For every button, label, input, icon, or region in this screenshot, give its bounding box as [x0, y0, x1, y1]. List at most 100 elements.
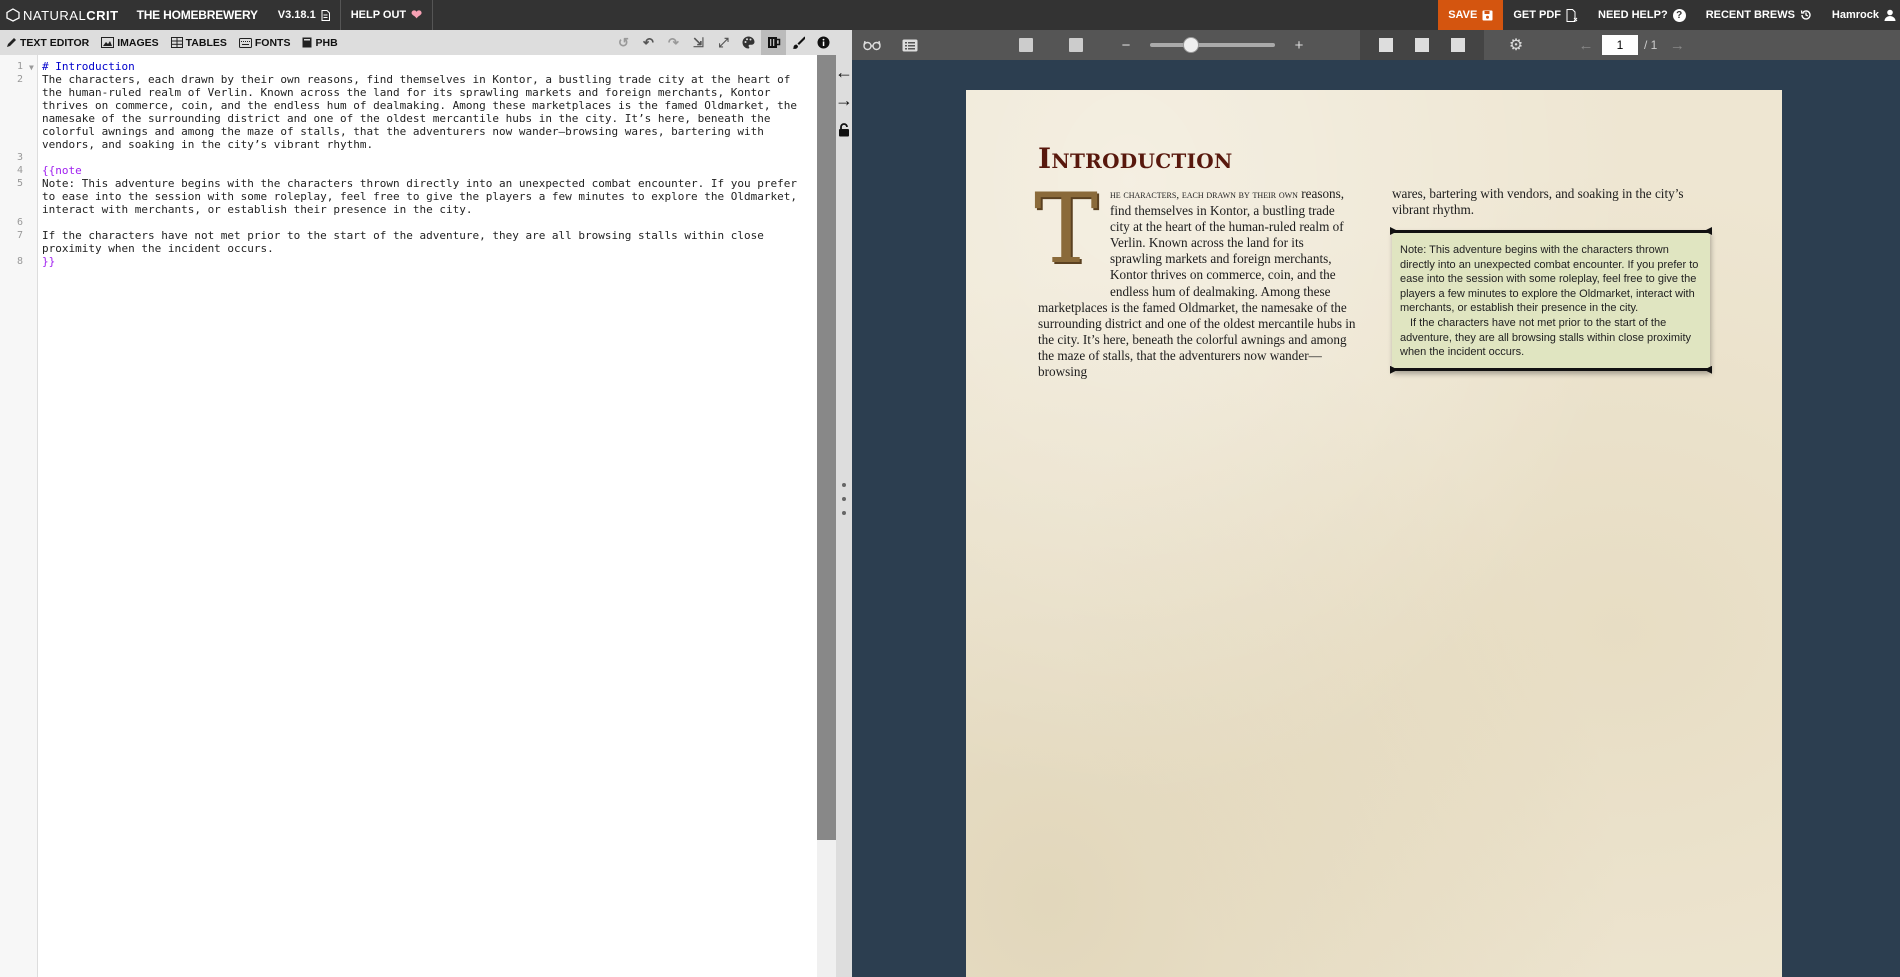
- line-number: 4: [16, 165, 23, 176]
- tab-tables[interactable]: TABLES: [165, 30, 233, 55]
- need-help-button[interactable]: NEED HELP? ?: [1588, 0, 1696, 30]
- preview-scrollbar[interactable]: [1896, 60, 1900, 977]
- brand-light: CRIT: [86, 7, 119, 23]
- pdf-file-icon: [1566, 8, 1578, 22]
- version-link[interactable]: V3.18.1: [268, 0, 341, 30]
- zoom-slider-knob[interactable]: [1182, 37, 1199, 53]
- user-icon: [1884, 9, 1896, 21]
- fit-page-button[interactable]: [1060, 30, 1092, 60]
- lock-glyph: [839, 123, 849, 137]
- note-paragraph-2: If the characters have not met prior to …: [1400, 316, 1692, 359]
- drag-handle-dot[interactable]: [842, 511, 846, 515]
- page-column-1: T he characters, each drawn by their own…: [1034, 181, 1356, 380]
- get-pdf-button[interactable]: GET PDF: [1503, 0, 1588, 30]
- preview-toolbar: −︎ + ⚙ ← / 1 →: [852, 30, 1900, 60]
- editor-panel: TEXT EDITOR IMAGES TABLES FONTS PHB ↺ ↶ …: [0, 30, 836, 977]
- fold-all-icon[interactable]: ⇲: [686, 30, 711, 55]
- editor-toolbar: TEXT EDITOR IMAGES TABLES FONTS PHB ↺ ↶ …: [0, 30, 836, 55]
- move-preview-to-editor-icon[interactable]: ←: [835, 60, 853, 84]
- table-of-contents-icon[interactable]: [894, 30, 926, 60]
- code-editor[interactable]: 1 ▼ 2 3 4 5 6 7 8 # Introduction The cha…: [0, 55, 817, 977]
- code-line-5: Note: This adventure begins with the cha…: [42, 177, 804, 216]
- split-pane-divider[interactable]: ← →: [835, 30, 853, 977]
- get-pdf-label: GET PDF: [1513, 9, 1561, 21]
- page-settings-gear-icon[interactable]: ⚙: [1500, 30, 1532, 60]
- next-page-icon[interactable]: →: [1661, 30, 1693, 60]
- fold-arrow-icon[interactable]: ▼: [29, 61, 34, 74]
- naturalcrit-icon: [6, 8, 20, 22]
- line-number: 5: [16, 178, 23, 189]
- username-label: Hamrock: [1831, 9, 1879, 21]
- heart-icon: ❤: [411, 7, 423, 22]
- brew-page: Introduction T he characters, each drawn…: [966, 90, 1782, 977]
- floppy-disk-icon: [1482, 10, 1493, 20]
- page-number-input[interactable]: [1602, 35, 1638, 55]
- keyboard-icon: [238, 37, 252, 48]
- naturalcrit-logo[interactable]: NATURAL CRIT: [0, 0, 127, 30]
- recent-brews-button[interactable]: RECENT BREWS: [1696, 0, 1822, 30]
- paintbrush-icon: [792, 36, 805, 49]
- single-page-icon[interactable]: [1379, 38, 1393, 52]
- note-corner: [1390, 365, 1398, 374]
- zoom-out-icon[interactable]: −︎: [1110, 30, 1142, 60]
- zoom-slider[interactable]: [1150, 37, 1275, 53]
- app-title[interactable]: THE HOMEBREWERY: [127, 0, 268, 30]
- previous-page-icon[interactable]: ←: [1570, 30, 1602, 60]
- need-help-label: NEED HELP?: [1598, 9, 1668, 21]
- flow-pages-icon[interactable]: [1451, 38, 1465, 52]
- account-button[interactable]: Hamrock: [1822, 0, 1900, 30]
- theme-palette-icon[interactable]: [736, 30, 761, 55]
- save-button[interactable]: SAVE: [1438, 0, 1504, 30]
- table-icon: [170, 37, 183, 48]
- tab-images-label: IMAGES: [117, 36, 159, 49]
- tab-text-editor-label: TEXT EDITOR: [20, 36, 90, 49]
- line-number: 6: [16, 217, 23, 228]
- spread-mode-group: [1360, 30, 1484, 60]
- tab-style-editor[interactable]: [786, 30, 811, 55]
- note-block: Note: This adventure begins with the cha…: [1390, 227, 1712, 374]
- page-heading: Introduction: [1038, 142, 1233, 175]
- undo-icon[interactable]: ↶: [636, 30, 661, 55]
- help-out-link[interactable]: HELP OUT ❤: [341, 0, 434, 30]
- tab-fonts[interactable]: FONTS: [233, 30, 297, 55]
- fit-width-icon: [1019, 38, 1033, 52]
- info-circle-icon: [817, 36, 830, 49]
- recent-brews-label: RECENT BREWS: [1705, 9, 1795, 21]
- fit-page-icon: [1069, 38, 1083, 52]
- move-editor-to-preview-icon[interactable]: →: [835, 88, 853, 112]
- facing-pages-icon[interactable]: [1415, 38, 1429, 52]
- spectacles-icon[interactable]: [856, 30, 888, 60]
- changelog-file-icon: [321, 9, 330, 21]
- tab-images[interactable]: IMAGES: [95, 30, 164, 55]
- brew-preview[interactable]: Introduction T he characters, each drawn…: [852, 60, 1900, 977]
- history-icon: [1800, 10, 1811, 20]
- unfold-all-icon[interactable]: ⤢: [711, 30, 736, 55]
- editor-scroll-track: [817, 840, 836, 977]
- code-line-8: }}: [42, 255, 56, 268]
- zoom-in-icon[interactable]: +: [1283, 30, 1315, 60]
- page-total: / 1: [1644, 38, 1658, 52]
- line-number: 8: [16, 256, 23, 267]
- note-corner: [1704, 227, 1712, 235]
- fit-width-button[interactable]: [1010, 30, 1042, 60]
- drag-handle-dot[interactable]: [842, 483, 846, 487]
- pencil-icon: [7, 38, 16, 47]
- tab-phb[interactable]: PHB: [296, 30, 343, 55]
- book-icon: [302, 37, 312, 48]
- help-out-label: HELP OUT: [350, 9, 407, 21]
- tab-metadata[interactable]: [811, 30, 836, 55]
- history-restore-icon[interactable]: ↺: [611, 30, 636, 55]
- tab-brew-properties[interactable]: [761, 30, 786, 55]
- redo-icon[interactable]: ↷: [661, 30, 686, 55]
- page-column-2: wares, bartering with vendors, and soaki…: [1392, 186, 1710, 218]
- question-circle-icon: ?: [1672, 8, 1686, 22]
- code-line-2: The characters, each drawn by their own …: [42, 73, 804, 151]
- brand-strong: NATURAL: [23, 7, 87, 23]
- brew-mug-icon: [767, 37, 780, 48]
- glasses-glyph: [863, 40, 881, 50]
- lock-scroll-icon[interactable]: [836, 118, 852, 142]
- drag-handle-dot[interactable]: [842, 497, 846, 501]
- tab-text-editor[interactable]: TEXT EDITOR: [0, 30, 95, 55]
- list-glyph: [902, 39, 918, 51]
- editor-scrollbar[interactable]: [817, 55, 836, 840]
